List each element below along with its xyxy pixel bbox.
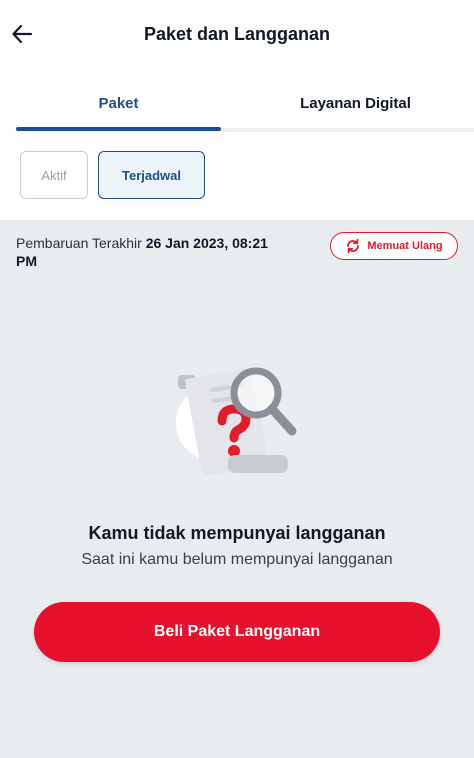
refresh-icon — [347, 238, 360, 254]
last-update-info: Pembaruan Terakhir 26 Jan 2023, 08:21 PM — [16, 234, 306, 270]
last-update-label: Pembaruan Terakhir — [16, 235, 142, 251]
last-update-period: PM — [16, 253, 37, 269]
page-title: Paket dan Langganan — [143, 24, 331, 44]
document-question-magnifier-illustration — [176, 367, 297, 476]
tab-paket[interactable]: Paket — [16, 78, 221, 128]
reload-button[interactable]: Memuat Ulang — [330, 232, 458, 260]
tab-layanan-digital[interactable]: Layanan Digital — [237, 78, 474, 128]
active-tab-indicator — [16, 127, 221, 131]
tab-bar: Paket Layanan Digital — [0, 78, 474, 132]
empty-state-title: Kamu tidak mempunyai langganan — [88, 523, 386, 543]
filter-chip-terjadwal[interactable]: Terjadwal — [98, 151, 205, 199]
content-area: Pembaruan Terakhir 26 Jan 2023, 08:21 PM… — [0, 220, 474, 758]
last-update-date: 26 Jan 2023, 08:21 — [145, 235, 268, 251]
filter-chips: Aktif Terjadwal — [0, 150, 474, 200]
reload-label: Memuat Ulang — [367, 240, 443, 252]
buy-package-button[interactable]: Beli Paket Langganan — [34, 602, 440, 662]
filter-chip-aktif[interactable]: Aktif — [20, 151, 88, 199]
app-header: Paket dan Langganan — [0, 0, 474, 70]
empty-state-subtitle: Saat ini kamu belum mempunyai langganan — [81, 551, 393, 568]
